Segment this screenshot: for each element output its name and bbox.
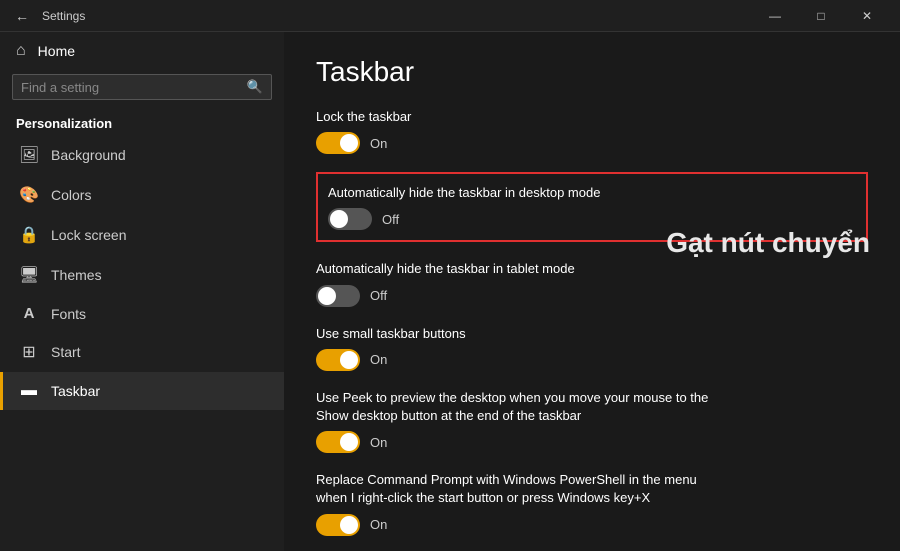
sidebar-section-title: Personalization [0,108,284,135]
start-icon: ⊞ [19,342,39,362]
setting-peek-label: Use Peek to preview the desktop when you… [316,389,868,425]
content-area: Taskbar Lock the taskbar On Automaticall… [284,32,900,551]
toggle-knob-hide-tablet [318,287,336,305]
toggle-row-small-buttons: On [316,349,868,371]
maximize-button[interactable]: □ [798,0,844,32]
page-title: Taskbar [316,56,868,88]
search-icon: 🔍 [247,79,263,95]
toggle-row-hide-tablet: Off [316,285,868,307]
sidebar-item-background[interactable]: 🖼 Background [0,135,284,175]
sidebar-item-home[interactable]: ⌂ Home [0,32,284,70]
toggle-hide-tablet[interactable] [316,285,360,307]
window-controls: — □ ✕ [752,0,890,32]
setting-powershell-label: Replace Command Prompt with Windows Powe… [316,471,868,507]
toggle-knob-lock-taskbar [340,134,358,152]
sidebar-item-label-fonts: Fonts [51,306,86,322]
back-button[interactable]: ← [10,4,34,28]
home-label: Home [38,43,75,59]
toggle-row-peek: On [316,431,868,453]
home-icon: ⌂ [16,42,26,60]
sidebar: ⌂ Home 🔍 Personalization 🖼 Background 🎨 … [0,32,284,551]
background-icon: 🖼 [19,145,39,165]
toggle-knob-powershell [340,516,358,534]
toggle-label-lock-taskbar: On [370,136,387,151]
minimize-button[interactable]: — [752,0,798,32]
title-bar: ← Settings — □ ✕ [0,0,900,32]
toggle-lock-taskbar[interactable] [316,132,360,154]
search-box[interactable]: 🔍 [12,74,272,100]
main-layout: ⌂ Home 🔍 Personalization 🖼 Background 🎨 … [0,32,900,551]
setting-peek: Use Peek to preview the desktop when you… [316,389,868,453]
setting-hide-tablet: Automatically hide the taskbar in tablet… [316,260,868,306]
setting-lock-taskbar: Lock the taskbar On [316,108,868,154]
toggle-label-powershell: On [370,517,387,532]
setting-lock-taskbar-label: Lock the taskbar [316,108,868,126]
sidebar-item-lock-screen[interactable]: 🔒 Lock screen [0,215,284,255]
taskbar-icon: ▬ [19,382,39,400]
sidebar-item-label-colors: Colors [51,187,91,203]
sidebar-item-fonts[interactable]: A Fonts [0,295,284,332]
colors-icon: 🎨 [19,185,39,205]
setting-small-buttons-label: Use small taskbar buttons [316,325,868,343]
toggle-knob-hide-desktop [330,210,348,228]
sidebar-item-label-start: Start [51,344,81,360]
sidebar-item-start[interactable]: ⊞ Start [0,332,284,372]
setting-hide-desktop-label: Automatically hide the taskbar in deskto… [328,184,856,202]
toggle-row-powershell: On [316,514,868,536]
toggle-small-buttons[interactable] [316,349,360,371]
sidebar-item-themes[interactable]: 🖥 Themes [0,255,284,295]
close-button[interactable]: ✕ [844,0,890,32]
toggle-label-hide-desktop: Off [382,212,399,227]
setting-hide-tablet-label: Automatically hide the taskbar in tablet… [316,260,868,278]
setting-powershell: Replace Command Prompt with Windows Powe… [316,471,868,535]
toggle-knob-peek [340,433,358,451]
annotation-text: Gạt nút chuyển [666,227,870,259]
sidebar-item-label-taskbar: Taskbar [51,383,100,399]
sidebar-item-colors[interactable]: 🎨 Colors [0,175,284,215]
toggle-knob-small-buttons [340,351,358,369]
toggle-powershell[interactable] [316,514,360,536]
themes-icon: 🖥 [19,265,39,285]
setting-small-buttons: Use small taskbar buttons On [316,325,868,371]
toggle-row-lock-taskbar: On [316,132,868,154]
sidebar-item-label-themes: Themes [51,267,102,283]
toggle-label-hide-tablet: Off [370,288,387,303]
search-input[interactable] [21,80,247,95]
toggle-hide-desktop[interactable] [328,208,372,230]
sidebar-item-label-lock-screen: Lock screen [51,227,126,243]
lock-screen-icon: 🔒 [19,225,39,245]
toggle-label-small-buttons: On [370,352,387,367]
sidebar-item-label-background: Background [51,147,126,163]
toggle-label-peek: On [370,435,387,450]
fonts-icon: A [19,305,39,322]
app-title: Settings [42,9,85,23]
sidebar-item-taskbar[interactable]: ▬ Taskbar [0,372,284,410]
toggle-peek[interactable] [316,431,360,453]
